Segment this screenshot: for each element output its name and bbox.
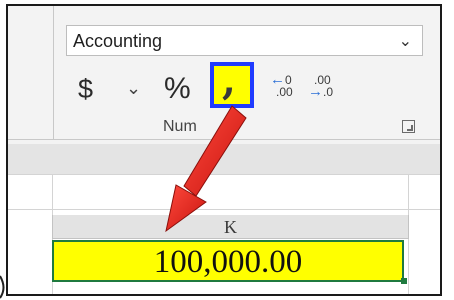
- comma-icon: ,: [222, 57, 236, 104]
- ribbon-group-divider: [53, 6, 54, 140]
- ribbon-number-group: Accounting ⌄ $ ⌄ % , ←0 .00 .00 →.0 Num: [8, 6, 440, 144]
- formula-bar-area: [8, 144, 440, 174]
- comma-style-button[interactable]: ,: [210, 57, 254, 108]
- number-format-dropdown[interactable]: Accounting ⌄: [66, 25, 423, 56]
- increase-decimal-button[interactable]: ←0 .00: [270, 72, 293, 98]
- dialog-launcher-icon[interactable]: [402, 120, 415, 133]
- grid-line: [8, 174, 440, 175]
- zoomed-screenshot-frame: Accounting ⌄ $ ⌄ % , ←0 .00 .00 →.0 Num …: [6, 4, 442, 296]
- ribbon-bottom-border: [8, 139, 440, 140]
- chevron-down-icon[interactable]: ⌄: [399, 31, 412, 51]
- decrease-decimal-button[interactable]: .00 →.0: [308, 74, 333, 100]
- column-header-label: K: [224, 217, 237, 237]
- right-arrow-icon: →: [308, 83, 323, 100]
- percent-style-button[interactable]: %: [164, 72, 191, 106]
- number-group-label: Num: [163, 118, 197, 135]
- accounting-format-dropdown-icon[interactable]: ⌄: [126, 78, 141, 99]
- number-format-value: Accounting: [73, 31, 163, 51]
- accounting-format-button[interactable]: $: [78, 74, 93, 105]
- fill-handle[interactable]: [401, 278, 407, 284]
- edge-artifact: [0, 275, 5, 299]
- grid-line: [8, 209, 440, 210]
- cell-value: 100,000.00: [153, 244, 303, 280]
- column-header-k[interactable]: K: [52, 215, 409, 239]
- selected-cell-k[interactable]: 100,000.00: [52, 240, 404, 282]
